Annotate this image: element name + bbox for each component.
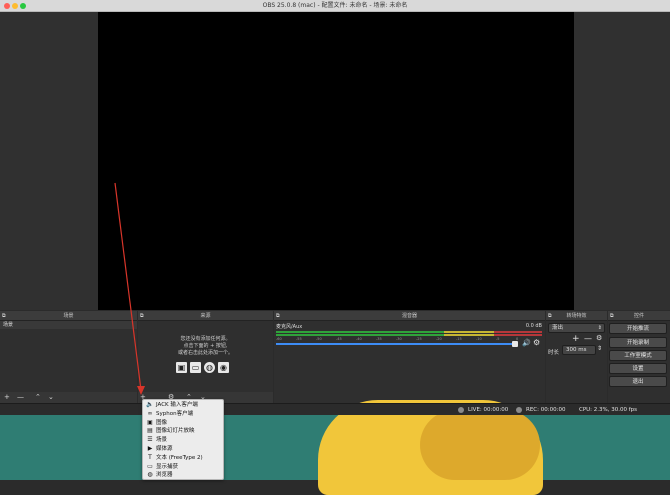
annotation-arrow xyxy=(114,182,145,395)
arrow-line xyxy=(114,182,142,391)
arrow-head xyxy=(137,386,145,395)
